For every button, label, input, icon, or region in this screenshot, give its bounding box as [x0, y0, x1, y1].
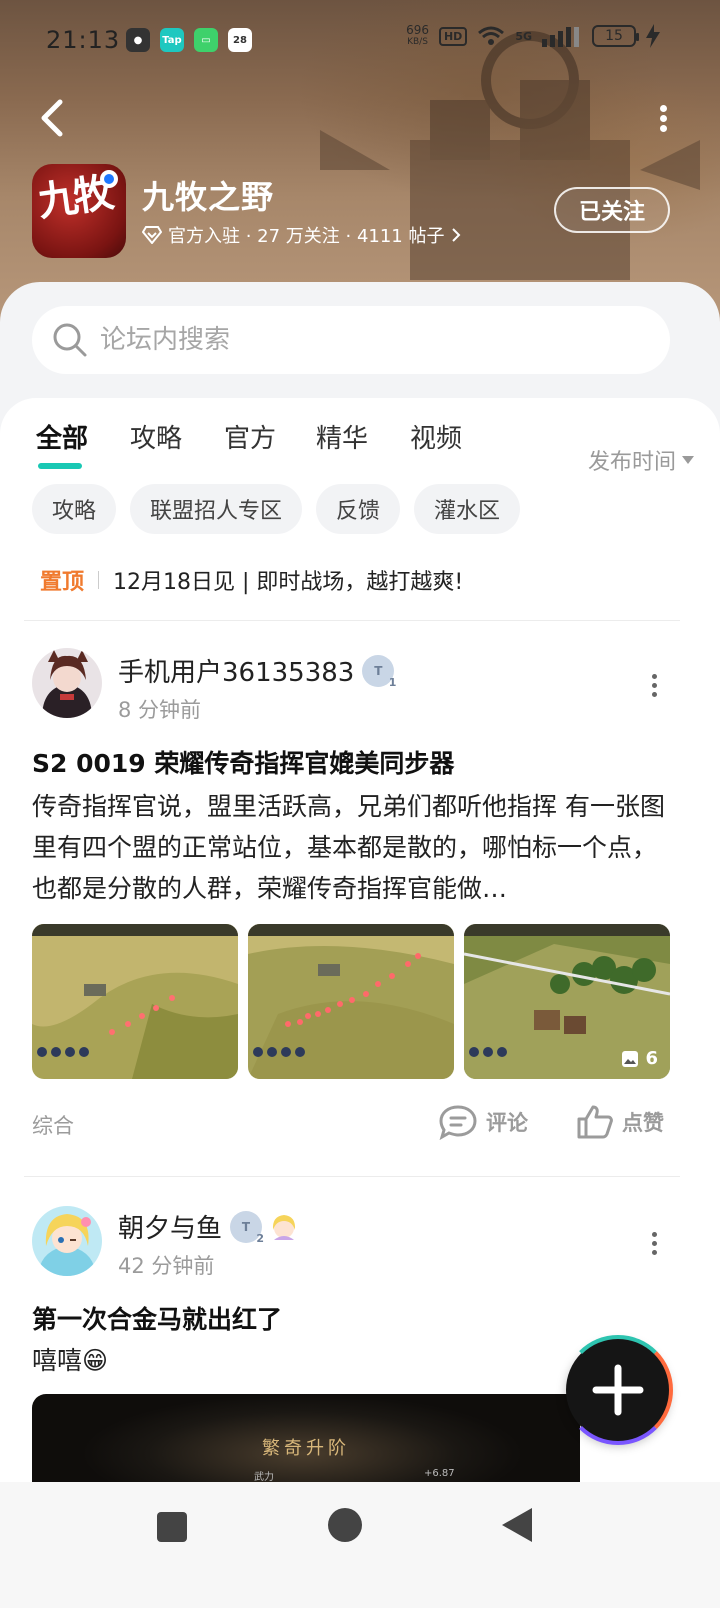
- charging-icon: [646, 24, 660, 48]
- verified-badge-icon: [100, 170, 118, 188]
- diamond-verified-icon: [142, 226, 162, 244]
- chip-chat[interactable]: 灌水区: [414, 484, 521, 534]
- tab-guides[interactable]: 攻略: [130, 418, 182, 455]
- divider: [24, 620, 680, 621]
- character-badge-icon: [272, 1214, 296, 1240]
- post-category[interactable]: 综合: [32, 1110, 74, 1140]
- wechat-icon: ●: [126, 28, 150, 52]
- caret-down-icon: [682, 456, 694, 464]
- post-time: 42 分钟前: [118, 1254, 215, 1278]
- comment-button[interactable]: 评论: [438, 1104, 528, 1140]
- pinned-post[interactable]: 置顶 12月18日见 | 即时战场，越打越爽!: [40, 564, 463, 596]
- tab-video[interactable]: 视频: [410, 418, 462, 455]
- post-images: 6: [32, 924, 670, 1079]
- network-speed: 696 KB/S: [406, 24, 429, 48]
- post-more-icon[interactable]: [650, 1228, 658, 1259]
- tab-all[interactable]: 全部: [36, 418, 88, 469]
- image-stat-label: 武力: [254, 1472, 274, 1482]
- post-footer: 综合 评论 点赞: [32, 1104, 672, 1144]
- like-button[interactable]: 点赞: [576, 1104, 664, 1140]
- post-author[interactable]: 手机用户36135383 T1: [118, 652, 397, 689]
- chevron-right-icon: [451, 228, 460, 242]
- comment-label: 评论: [486, 1111, 528, 1135]
- post-image[interactable]: [248, 924, 454, 1079]
- search-bar[interactable]: [32, 306, 670, 374]
- avatar[interactable]: [32, 1206, 102, 1276]
- sort-dropdown[interactable]: 发布时间: [588, 444, 694, 476]
- tab-featured[interactable]: 精华: [316, 418, 368, 455]
- image-count: 6: [621, 1048, 658, 1069]
- search-input[interactable]: [100, 325, 620, 355]
- taptap-icon: Tap: [160, 28, 184, 52]
- status-bar: 21:13 ● Tap ▭ 28 696 KB/S HD 5G 15: [0, 0, 720, 80]
- chip-feedback[interactable]: 反馈: [316, 484, 401, 534]
- divider: [24, 1176, 680, 1177]
- thumbs-up-icon: [577, 1105, 613, 1139]
- post-image[interactable]: [32, 924, 238, 1079]
- sort-label: 发布时间: [587, 450, 676, 475]
- chip-alliance-recruit[interactable]: 联盟招人专区: [130, 484, 303, 534]
- post-author[interactable]: 朝夕与鱼 T2: [118, 1208, 298, 1245]
- pinned-text: 12月18日见 | 即时战场，越打越爽!: [113, 570, 464, 595]
- level-badge-icon: T2: [230, 1210, 265, 1245]
- create-post-button[interactable]: [563, 1335, 673, 1445]
- forum-title: 九牧之野: [142, 178, 275, 216]
- post-more-icon[interactable]: [650, 670, 658, 701]
- image-count-value: 6: [645, 1048, 658, 1069]
- home-button[interactable]: [328, 1508, 362, 1542]
- post-image[interactable]: 6: [464, 924, 670, 1079]
- more-options-icon[interactable]: [656, 102, 670, 134]
- level-number: 1: [388, 675, 397, 689]
- system-back-button[interactable]: [502, 1508, 532, 1542]
- system-nav-bar: [0, 1482, 720, 1608]
- post-title[interactable]: S2 0019 荣耀传奇指挥官媲美同步器: [32, 744, 454, 780]
- pinned-tag: 置顶: [40, 570, 85, 595]
- chip-guides[interactable]: 攻略: [32, 484, 117, 534]
- calendar-icon: 28: [228, 28, 252, 52]
- speed-unit: KB/S: [407, 37, 428, 47]
- username: 手机用户36135383: [118, 658, 355, 688]
- post-image[interactable]: 繁奇升阶 武力 +6.87: [32, 1394, 580, 1482]
- forum-game-icon: 九牧: [32, 164, 126, 258]
- back-arrow-icon[interactable]: [36, 98, 68, 138]
- post-body[interactable]: 传奇指挥官说，盟里活跃高，兄弟们都听他指挥 有一张图里有四个盟的正常站位，基本都…: [32, 786, 672, 909]
- follow-button[interactable]: 已关注: [554, 187, 670, 233]
- gallery-icon: [622, 1050, 639, 1067]
- like-label: 点赞: [622, 1111, 664, 1135]
- pinned-separator: [98, 571, 100, 589]
- signal-icon: [542, 27, 579, 47]
- username: 朝夕与鱼: [118, 1214, 223, 1244]
- tab-official[interactable]: 官方: [224, 418, 276, 455]
- wifi-icon: [478, 26, 505, 45]
- search-icon: [53, 323, 87, 357]
- comment-icon: [439, 1105, 477, 1140]
- hd-icon: HD: [438, 26, 468, 46]
- signal-5g-label: 5G: [515, 29, 532, 43]
- image-stat-value: +6.87: [424, 1468, 455, 1479]
- post-title[interactable]: 第一次合金马就出红了: [32, 1300, 282, 1336]
- level-badge-icon: T1: [362, 654, 397, 689]
- status-time: 21:13: [46, 26, 121, 54]
- post-time: 8 分钟前: [118, 698, 202, 722]
- status-indicators: 696 KB/S HD 5G 15: [406, 24, 660, 48]
- speed-value: 696: [406, 23, 429, 37]
- messages-icon: ▭: [194, 28, 218, 52]
- plus-icon: [592, 1364, 644, 1416]
- forum-meta-text: 官方入驻 · 27 万关注 · 4111 帖子: [168, 226, 445, 247]
- battery-icon: 15: [592, 25, 639, 47]
- avatar[interactable]: [32, 648, 102, 718]
- topic-chips: 攻略 联盟招人专区 反馈 灌水区: [32, 484, 521, 534]
- recent-apps-button[interactable]: [157, 1512, 187, 1542]
- image-title-text: 繁奇升阶: [262, 1438, 350, 1459]
- level-number: 2: [256, 1231, 265, 1245]
- feed-panel: 全部 攻略 官方 精华 视频 发布时间 攻略 联盟招人专区 反馈 灌水区 置顶 …: [0, 398, 720, 1482]
- category-tabs: 全部 攻略 官方 精华 视频 发布时间: [0, 418, 720, 478]
- forum-meta[interactable]: 官方入驻 · 27 万关注 · 4111 帖子: [142, 222, 461, 248]
